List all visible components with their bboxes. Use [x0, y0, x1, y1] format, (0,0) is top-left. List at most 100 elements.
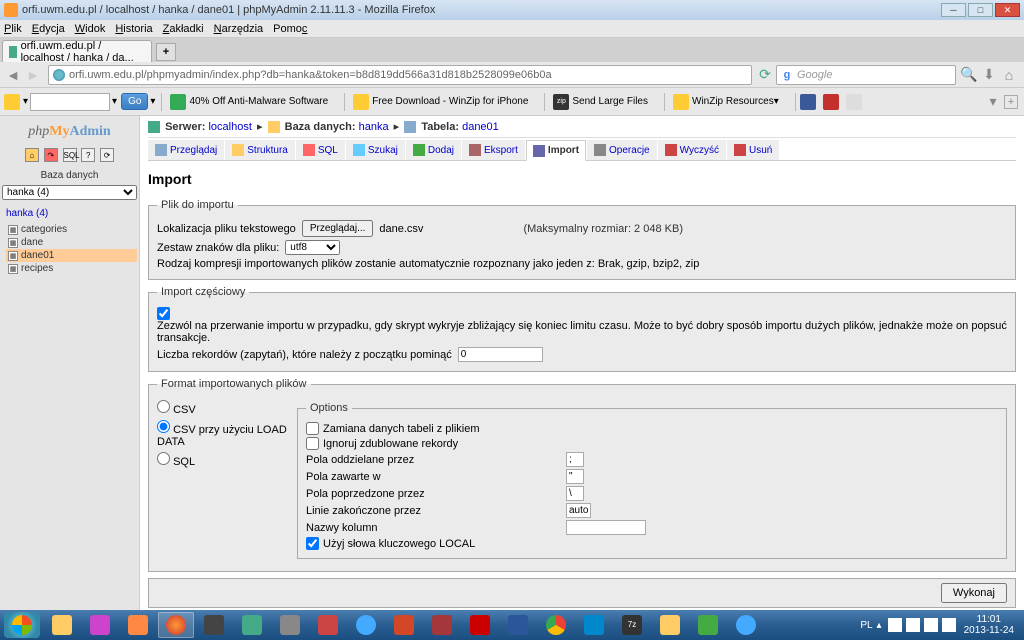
tray-network-icon[interactable]	[888, 618, 902, 632]
tab-import[interactable]: Import	[526, 140, 586, 161]
youtube-icon[interactable]	[823, 94, 839, 110]
apps-icon[interactable]	[4, 94, 20, 110]
tab-structure[interactable]: Struktura	[225, 140, 295, 160]
forward-button[interactable]: ►	[24, 66, 42, 84]
tab-browse[interactable]: Przeglądaj	[148, 140, 224, 160]
url-input[interactable]: orfi.uwm.edu.pl/phpmyadmin/index.php?db=…	[48, 65, 752, 85]
col-names-input[interactable]	[566, 520, 646, 535]
search-go-icon[interactable]: 🔍	[960, 66, 978, 84]
tb-outlook[interactable]	[652, 612, 688, 638]
new-tab-button[interactable]: +	[156, 43, 176, 61]
tray-lang[interactable]: PL	[860, 620, 872, 631]
reload-button[interactable]: ⟳	[756, 66, 774, 84]
menu-view[interactable]: Widok	[75, 23, 106, 35]
sql-icon[interactable]: SQL	[63, 148, 77, 162]
tray-clock[interactable]: 11:01 2013-11-24	[964, 614, 1014, 636]
use-local-checkbox[interactable]	[306, 537, 319, 550]
go-button[interactable]: Go	[121, 93, 148, 110]
tb-powerpoint[interactable]	[386, 612, 422, 638]
tb-app6[interactable]	[310, 612, 346, 638]
tab-empty[interactable]: Wyczyść	[658, 140, 726, 160]
home-icon[interactable]: ⌂	[1000, 66, 1018, 84]
bc-table[interactable]: dane01	[462, 121, 499, 133]
bc-server[interactable]: localhost	[208, 121, 251, 133]
tab-export[interactable]: Eksport	[462, 140, 525, 160]
docs-icon[interactable]: ?	[81, 148, 95, 162]
tb-app1[interactable]	[82, 612, 118, 638]
toolbar-expand-icon[interactable]: ▾	[984, 93, 1002, 111]
field-sep-input[interactable]	[566, 452, 584, 467]
tray-expand-icon[interactable]: ▴	[877, 620, 882, 631]
radio-csv-load[interactable]: CSV przy użyciu LOAD DATA	[157, 420, 297, 448]
bookmark-winzip-iphone[interactable]: Free Download - WinZip for iPhone	[349, 92, 532, 112]
reload-icon[interactable]: ⟳	[100, 148, 114, 162]
skip-input[interactable]	[458, 347, 543, 362]
bookmark-antimalware[interactable]: 40% Off Anti-Malware Software	[166, 92, 332, 112]
field-esc-input[interactable]	[566, 486, 584, 501]
tb-app2[interactable]	[120, 612, 156, 638]
radio-sql[interactable]: SQL	[157, 452, 297, 468]
tb-ie[interactable]	[348, 612, 384, 638]
tab-insert[interactable]: Dodaj	[406, 140, 461, 160]
charset-select[interactable]: utf8	[285, 240, 340, 255]
back-button[interactable]: ◄	[4, 66, 22, 84]
fieldset-format: Format importowanych plików CSV CSV przy…	[148, 378, 1016, 572]
logout-icon[interactable]: ↷	[44, 148, 58, 162]
tb-explorer[interactable]	[44, 612, 80, 638]
tb-ie2[interactable]	[728, 612, 764, 638]
field-enc-input[interactable]	[566, 469, 584, 484]
bookmark-send-large[interactable]: zipSend Large Files	[549, 92, 652, 112]
bm-search-input[interactable]	[30, 93, 110, 111]
table-dane01[interactable]: ▦dane01	[6, 249, 137, 262]
tb-app8[interactable]	[690, 612, 726, 638]
maximize-button[interactable]: □	[968, 3, 993, 17]
minimize-button[interactable]: ─	[941, 3, 966, 17]
downloads-icon[interactable]: ⬇	[980, 66, 998, 84]
tray-flag-icon[interactable]	[924, 618, 938, 632]
browse-button[interactable]: Przeglądaj...	[302, 220, 374, 237]
tab-search[interactable]: Szukaj	[346, 140, 405, 160]
menu-history[interactable]: Historia	[115, 23, 152, 35]
table-categories[interactable]: ▦categories	[6, 223, 137, 236]
db-select[interactable]: hanka (4)	[2, 185, 137, 200]
search-input[interactable]: g Google	[776, 65, 956, 85]
bc-db[interactable]: hanka	[359, 121, 389, 133]
tb-app7[interactable]	[576, 612, 612, 638]
tb-word[interactable]	[500, 612, 536, 638]
menu-file[interactable]: Plik	[4, 23, 22, 35]
tab-sql[interactable]: SQL	[296, 140, 345, 160]
tray-volume-icon[interactable]	[906, 618, 920, 632]
tb-7zip[interactable]: 7z	[614, 612, 650, 638]
menu-bookmarks[interactable]: Zakładki	[163, 23, 204, 35]
home-icon[interactable]: ⌂	[25, 148, 39, 162]
menu-tools[interactable]: Narzędzia	[214, 23, 264, 35]
tb-app3[interactable]	[196, 612, 232, 638]
tb-app5[interactable]	[272, 612, 308, 638]
line-term-input[interactable]	[566, 503, 591, 518]
mail-icon[interactable]	[846, 94, 862, 110]
close-button[interactable]: ✕	[995, 3, 1020, 17]
db-link[interactable]: hanka (4)	[2, 206, 137, 221]
tb-access[interactable]	[424, 612, 460, 638]
tb-reader[interactable]	[462, 612, 498, 638]
tb-app4[interactable]	[234, 612, 270, 638]
tb-firefox[interactable]	[158, 612, 194, 638]
menu-edit[interactable]: Edycja	[32, 23, 65, 35]
start-button[interactable]	[4, 612, 40, 638]
execute-button[interactable]: Wykonaj	[941, 583, 1007, 603]
toolbar-add-icon[interactable]: +	[1004, 95, 1018, 109]
bookmark-winzip-res[interactable]: WinZip Resources ▾	[669, 92, 783, 112]
tray-battery-icon[interactable]	[942, 618, 956, 632]
tab-operations[interactable]: Operacje	[587, 140, 657, 160]
browser-tab[interactable]: orfi.uwm.edu.pl / localhost / hanka / da…	[2, 40, 152, 62]
tb-chrome[interactable]	[538, 612, 574, 638]
interrupt-checkbox[interactable]	[157, 307, 170, 320]
replace-checkbox[interactable]	[306, 422, 319, 435]
menu-help[interactable]: Pomoc	[273, 23, 307, 35]
radio-csv[interactable]: CSV	[157, 400, 297, 416]
table-dane[interactable]: ▦dane	[6, 236, 137, 249]
facebook-icon[interactable]	[800, 94, 816, 110]
tab-drop[interactable]: Usuń	[727, 140, 779, 160]
table-recipes[interactable]: ▦recipes	[6, 262, 137, 275]
ignore-dup-checkbox[interactable]	[306, 437, 319, 450]
